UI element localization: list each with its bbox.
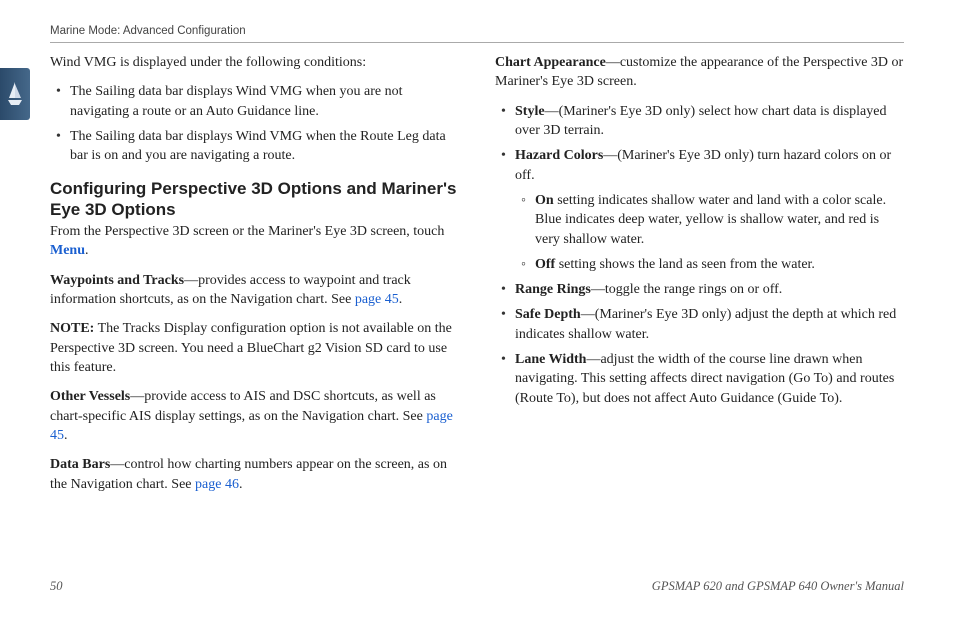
section-heading: Configuring Perspective 3D Options and M… bbox=[50, 178, 459, 221]
running-header: Marine Mode: Advanced Configuration bbox=[50, 25, 904, 43]
text: —(Mariner's Eye 3D only) select how char… bbox=[515, 104, 886, 138]
chart-appearance-paragraph: Chart Appearance—customize the appearanc… bbox=[495, 53, 904, 92]
other-vessels-paragraph: Other Vessels—provide access to AIS and … bbox=[50, 387, 459, 445]
content-columns: Wind VMG is displayed under the followin… bbox=[50, 53, 904, 504]
sailboat-icon bbox=[7, 80, 23, 108]
note-paragraph: NOTE: The Tracks Display configuration o… bbox=[50, 319, 459, 377]
section-tab bbox=[0, 68, 30, 120]
text: From the Perspective 3D screen or the Ma… bbox=[50, 224, 444, 239]
wind-vmg-intro: Wind VMG is displayed under the followin… bbox=[50, 53, 459, 72]
list-item: Lane Width—adjust the width of the cours… bbox=[495, 350, 904, 408]
note-label: NOTE: bbox=[50, 321, 94, 336]
list-item: Hazard Colors—(Mariner's Eye 3D only) tu… bbox=[495, 146, 904, 274]
text: The Tracks Display configuration option … bbox=[50, 321, 452, 375]
list-item: On setting indicates shallow water and l… bbox=[515, 191, 904, 249]
text: . bbox=[239, 477, 243, 492]
text: —control how charting numbers appear on … bbox=[50, 457, 447, 491]
data-bars-paragraph: Data Bars—control how charting numbers a… bbox=[50, 455, 459, 494]
list-item: Safe Depth—(Mariner's Eye 3D only) adjus… bbox=[495, 305, 904, 344]
on-label: On bbox=[535, 193, 554, 208]
menu-link[interactable]: Menu bbox=[50, 243, 85, 258]
style-label: Style bbox=[515, 104, 545, 119]
text: —toggle the range rings on or off. bbox=[591, 282, 782, 297]
waypoints-label: Waypoints and Tracks bbox=[50, 273, 184, 288]
range-rings-label: Range Rings bbox=[515, 282, 591, 297]
list-item: Style—(Mariner's Eye 3D only) select how… bbox=[495, 102, 904, 141]
from-text: From the Perspective 3D screen or the Ma… bbox=[50, 222, 459, 261]
text: setting shows the land as seen from the … bbox=[555, 257, 815, 272]
hazard-sublist: On setting indicates shallow water and l… bbox=[515, 191, 904, 274]
text: . bbox=[64, 428, 68, 443]
waypoints-paragraph: Waypoints and Tracks—provides access to … bbox=[50, 271, 459, 310]
list-item: Range Rings—toggle the range rings on or… bbox=[495, 280, 904, 299]
text: . bbox=[85, 243, 89, 258]
hazard-colors-label: Hazard Colors bbox=[515, 148, 603, 163]
right-column: Chart Appearance—customize the appearanc… bbox=[495, 53, 904, 504]
data-bars-label: Data Bars bbox=[50, 457, 110, 472]
page-footer: 50 GPSMAP 620 and GPSMAP 640 Owner's Man… bbox=[50, 579, 904, 594]
chart-appearance-label: Chart Appearance bbox=[495, 55, 606, 70]
list-item: Off setting shows the land as seen from … bbox=[515, 255, 904, 274]
page-number: 50 bbox=[50, 579, 63, 594]
text: . bbox=[399, 292, 403, 307]
lane-width-label: Lane Width bbox=[515, 352, 586, 367]
conditions-list: The Sailing data bar displays Wind VMG w… bbox=[50, 82, 459, 165]
manual-title: GPSMAP 620 and GPSMAP 640 Owner's Manual bbox=[652, 579, 904, 594]
page-link[interactable]: page 46 bbox=[195, 477, 239, 492]
list-item: The Sailing data bar displays Wind VMG w… bbox=[50, 82, 459, 121]
list-item: The Sailing data bar displays Wind VMG w… bbox=[50, 127, 459, 166]
other-vessels-label: Other Vessels bbox=[50, 389, 130, 404]
page-link[interactable]: page 45 bbox=[355, 292, 399, 307]
chart-options-list: Style—(Mariner's Eye 3D only) select how… bbox=[495, 102, 904, 408]
left-column: Wind VMG is displayed under the followin… bbox=[50, 53, 459, 504]
off-label: Off bbox=[535, 257, 555, 272]
text: setting indicates shallow water and land… bbox=[535, 193, 886, 247]
safe-depth-label: Safe Depth bbox=[515, 307, 581, 322]
